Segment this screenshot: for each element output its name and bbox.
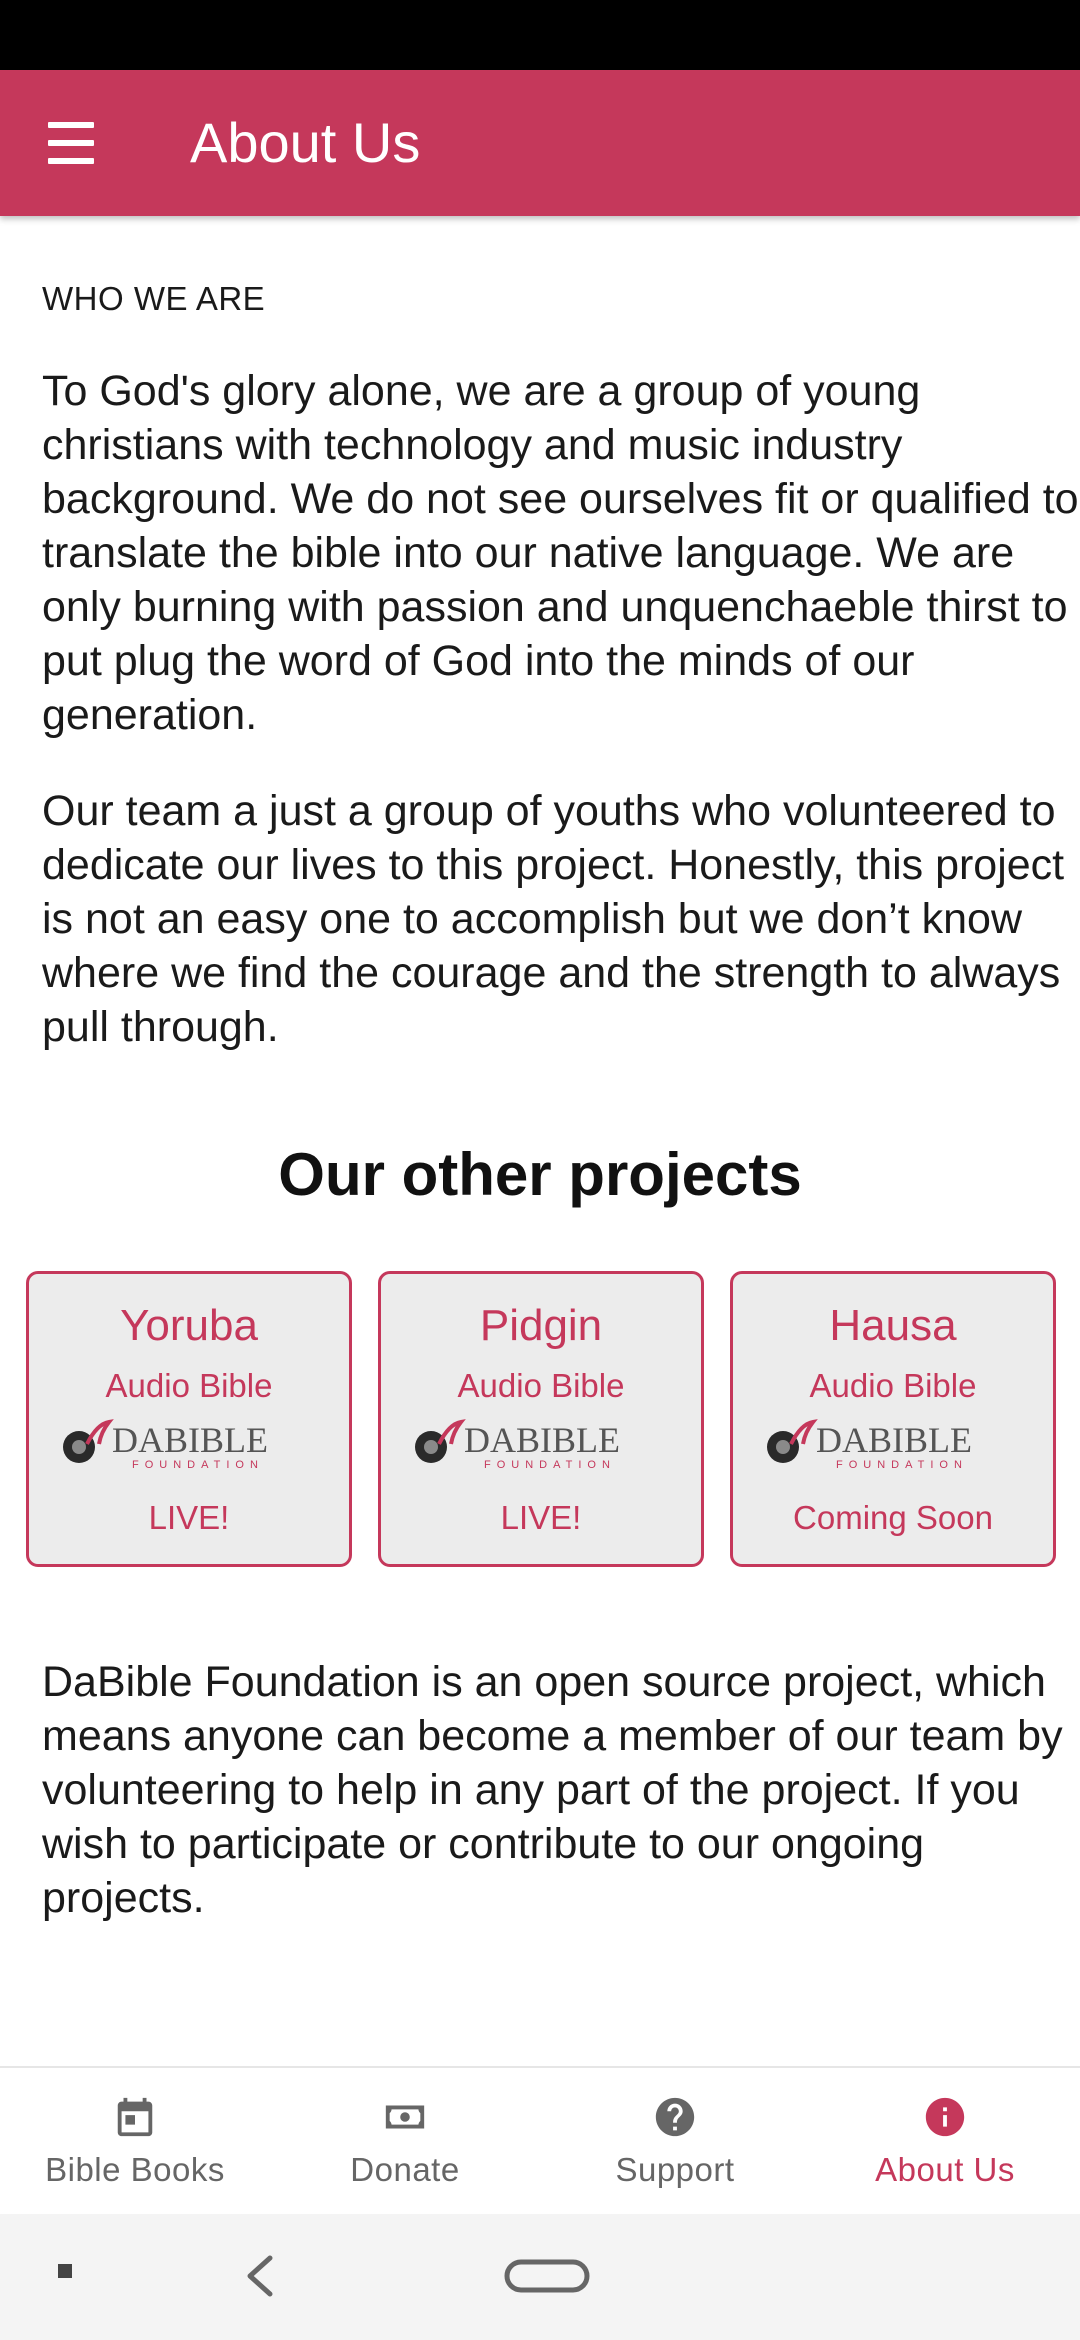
nav-about-us[interactable]: About Us (810, 2068, 1080, 2216)
svg-text:DABIBLE: DABIBLE (464, 1420, 620, 1460)
money-icon (385, 2105, 425, 2129)
project-cards: Yoruba Audio Bible DABIBLE FOUNDATION LI… (0, 1271, 1080, 1567)
app-bar: About Us (0, 70, 1080, 216)
project-card-yoruba[interactable]: Yoruba Audio Bible DABIBLE FOUNDATION LI… (26, 1271, 352, 1567)
dabible-logo: DABIBLE FOUNDATION (767, 1419, 972, 1471)
project-card-hausa[interactable]: Hausa Audio Bible DABIBLE FOUNDATION Com… (730, 1271, 1056, 1567)
recent-apps-icon[interactable] (56, 2262, 76, 2282)
info-icon (925, 2097, 965, 2137)
svg-text:FOUNDATION: FOUNDATION (836, 1459, 968, 1471)
system-navigation-bar (0, 2214, 1080, 2340)
nav-label: About Us (875, 2151, 1015, 2188)
nav-support[interactable]: Support (540, 2068, 810, 2216)
project-subtitle: Audio Bible (457, 1367, 625, 1404)
help-icon (655, 2097, 695, 2137)
page-title: About Us (190, 111, 421, 174)
section-label: WHO WE ARE (42, 280, 266, 317)
svg-text:FOUNDATION: FOUNDATION (484, 1459, 616, 1471)
project-subtitle: Audio Bible (105, 1367, 273, 1404)
calendar-icon (117, 2097, 153, 2137)
project-language: Pidgin (479, 1301, 603, 1350)
svg-text:DABIBLE: DABIBLE (112, 1420, 268, 1460)
hamburger-menu-icon[interactable] (44, 118, 100, 168)
nav-label: Bible Books (45, 2151, 225, 2188)
dabible-logo: DABIBLE FOUNDATION (415, 1419, 620, 1471)
project-status: Coming Soon (793, 1499, 993, 1536)
projects-heading: Our other projects (278, 1141, 802, 1208)
nav-label: Support (615, 2151, 735, 2188)
dabible-logo: DABIBLE FOUNDATION (63, 1419, 268, 1471)
who-we-are-paragraph-2: Our team a just a group of youths who vo… (42, 787, 1065, 1051)
project-language: Yoruba (120, 1301, 258, 1350)
project-language: Hausa (829, 1301, 957, 1350)
back-icon[interactable] (240, 2254, 280, 2298)
who-we-are-paragraph-1: To God's glory alone, we are a group of … (42, 367, 1079, 739)
svg-text:FOUNDATION: FOUNDATION (132, 1459, 264, 1471)
status-bar (0, 0, 1080, 70)
project-status: LIVE! (500, 1499, 582, 1536)
svg-text:DABIBLE: DABIBLE (816, 1420, 972, 1460)
nav-label: Donate (350, 2151, 460, 2188)
nav-donate[interactable]: Donate (270, 2068, 540, 2216)
home-icon[interactable] (504, 2258, 590, 2296)
nav-bible-books[interactable]: Bible Books (0, 2068, 270, 2216)
project-status: LIVE! (148, 1499, 230, 1536)
project-subtitle: Audio Bible (809, 1367, 977, 1404)
project-card-pidgin[interactable]: Pidgin Audio Bible DABIBLE FOUNDATION LI… (378, 1271, 704, 1567)
open-source-paragraph: DaBible Foundation is an open source pro… (42, 1658, 1063, 1922)
bottom-navigation: Bible Books Donate Support About Us (0, 2066, 1080, 2216)
